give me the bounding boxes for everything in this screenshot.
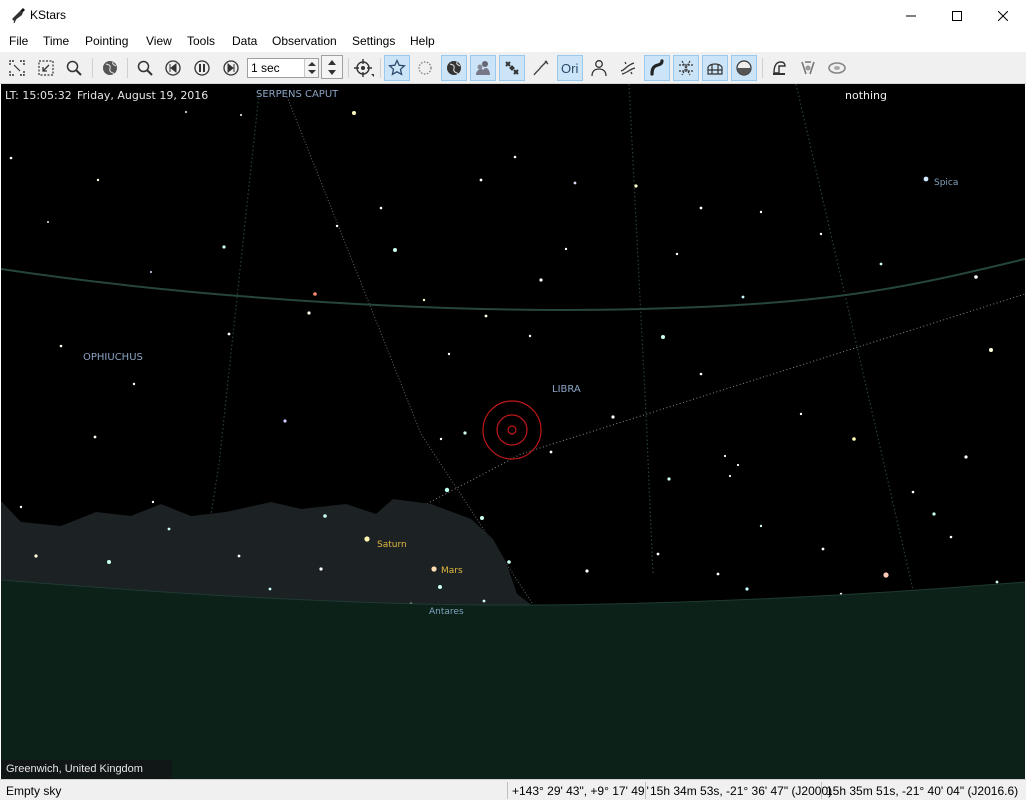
- ground: [1, 580, 1025, 779]
- zoom-icon[interactable]: [132, 55, 158, 81]
- menu-file[interactable]: File: [9, 34, 28, 48]
- status-ra-dec-jnow: 15h 35m 51s, -21° 40' 04" (J2016.6): [826, 784, 1019, 798]
- planet-label-mars: Mars: [441, 566, 463, 576]
- step-forward-icon[interactable]: [218, 55, 244, 81]
- zoom-to-region-icon[interactable]: [33, 55, 59, 81]
- star-label-antares: Antares: [429, 607, 464, 617]
- constellation-label-libra: LIBRA: [552, 384, 581, 395]
- window-title: KStars: [30, 8, 67, 22]
- minimize-button[interactable]: [888, 0, 934, 31]
- constellation-names-icon[interactable]: Ori: [557, 55, 583, 81]
- toolbar-separator: [762, 58, 763, 78]
- time-step-spinner[interactable]: [304, 59, 318, 77]
- sky-map-canvas[interactable]: [1, 84, 1025, 779]
- toolbar-separator: [380, 58, 381, 78]
- status-object-name: Empty sky: [6, 784, 62, 798]
- spin-down-icon[interactable]: [308, 70, 316, 74]
- stars-toggle-icon[interactable]: [384, 55, 410, 81]
- main-toolbar: Ori: [0, 52, 1026, 84]
- location-label: Greenwich, United Kingdom: [6, 763, 143, 775]
- menu-tools[interactable]: Tools: [187, 34, 215, 48]
- focus-object-label: nothing: [845, 89, 887, 102]
- close-button[interactable]: [980, 0, 1026, 31]
- menu-observation[interactable]: Observation: [272, 34, 337, 48]
- sky-map[interactable]: LT: 15:05:32 Friday, August 19, 2016 not…: [1, 84, 1025, 779]
- constellation-art-icon[interactable]: [586, 55, 612, 81]
- constellation-label-ophiuchus: OPHIUCHUS: [83, 352, 143, 363]
- galaxy-toggle-icon[interactable]: [824, 55, 850, 81]
- horizontal-grid-icon[interactable]: [673, 55, 699, 81]
- milky-way-icon[interactable]: [615, 55, 641, 81]
- zoom-to-fit-icon[interactable]: [4, 55, 30, 81]
- star-label-spica: Spica: [934, 178, 959, 188]
- status-alt-az: +143° 29' 43", +9° 17' 49": [512, 784, 649, 798]
- spin-up-icon[interactable]: [308, 62, 316, 66]
- status-separator: [821, 782, 822, 799]
- ground-icon[interactable]: [702, 55, 728, 81]
- kstars-telescope-icon: [10, 7, 26, 24]
- planet-label-saturn: Saturn: [377, 540, 407, 550]
- satellites-icon[interactable]: [499, 55, 525, 81]
- fov-icon[interactable]: [766, 55, 792, 81]
- deep-sky-toggle-icon[interactable]: [412, 55, 438, 81]
- menu-time[interactable]: Time: [43, 34, 69, 48]
- time-unit-spinner[interactable]: [321, 55, 343, 79]
- status-separator: [507, 782, 508, 799]
- constellation-label-serpens-caput: SERPENS CAPUT: [256, 89, 339, 100]
- target-icon[interactable]: [351, 55, 377, 81]
- solar-system-toggle-icon[interactable]: [441, 55, 467, 81]
- time-step-spinbox[interactable]: 1 sec: [247, 58, 319, 78]
- local-date-label: Friday, August 19, 2016: [77, 89, 209, 102]
- menu-bar: File Time Pointing View Tools Data Obser…: [0, 31, 1026, 52]
- find-object-icon[interactable]: [61, 55, 87, 81]
- constellation-lines-icon[interactable]: [470, 55, 496, 81]
- menu-settings[interactable]: Settings: [352, 34, 395, 48]
- ekos-icon[interactable]: [795, 55, 821, 81]
- menu-pointing[interactable]: Pointing: [85, 34, 128, 48]
- set-location-icon[interactable]: [97, 55, 123, 81]
- menu-view[interactable]: View: [146, 34, 172, 48]
- pause-icon[interactable]: [189, 55, 215, 81]
- equatorial-grid-icon[interactable]: [644, 55, 670, 81]
- step-backward-icon[interactable]: [160, 55, 186, 81]
- title-bar: KStars: [0, 0, 1026, 31]
- menu-data[interactable]: Data: [232, 34, 257, 48]
- status-ra-dec-j2000: 15h 34m 53s, -21° 36' 47" (J2000): [650, 784, 833, 798]
- svg-text:Ori: Ori: [561, 61, 578, 76]
- status-separator: [645, 782, 646, 799]
- local-time-label: LT: 15:05:32: [5, 89, 72, 102]
- menu-help[interactable]: Help: [410, 34, 435, 48]
- toolbar-separator: [348, 58, 349, 78]
- spin-down-icon[interactable]: [328, 70, 336, 75]
- status-bar: Empty sky +143° 29' 43", +9° 17' 49" 15h…: [0, 779, 1026, 800]
- toolbar-separator: [92, 58, 93, 78]
- observing-list-icon[interactable]: [731, 55, 757, 81]
- spin-up-icon[interactable]: [328, 60, 336, 65]
- supernovae-icon[interactable]: [528, 55, 554, 81]
- time-step-value[interactable]: 1 sec: [251, 61, 280, 75]
- maximize-button[interactable]: [934, 0, 980, 31]
- toolbar-separator: [127, 58, 128, 78]
- location-box: Greenwich, United Kingdom: [1, 760, 172, 779]
